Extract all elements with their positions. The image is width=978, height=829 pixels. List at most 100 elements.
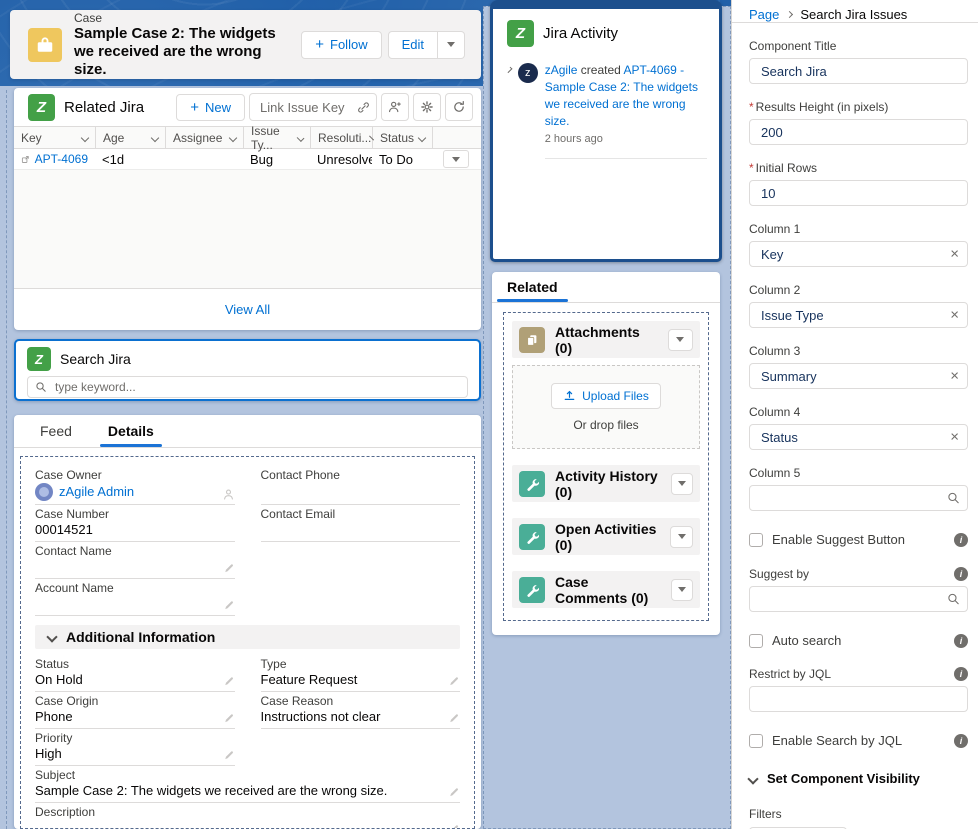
prop-column-1: Column 1 ×: [749, 222, 968, 267]
field-contact-email: Contact Email: [261, 505, 461, 542]
column-5-input[interactable]: [749, 485, 968, 511]
issue-key-link[interactable]: APT-4069: [35, 152, 88, 166]
follow-label: Follow: [330, 37, 368, 52]
external-link-icon[interactable]: [21, 154, 30, 165]
edit-pencil-icon[interactable]: [223, 713, 235, 725]
component-title-input[interactable]: [749, 58, 968, 84]
set-component-visibility-toggle[interactable]: Set Component Visibility: [749, 771, 968, 786]
section-menu-button[interactable]: [671, 473, 693, 495]
section-activity-history[interactable]: Activity History (0): [512, 465, 700, 502]
info-icon[interactable]: i: [954, 567, 968, 581]
clear-icon[interactable]: ×: [950, 308, 959, 323]
column-header-age[interactable]: Age: [95, 127, 165, 148]
prop-label: Column 1: [749, 222, 800, 236]
view-all-link[interactable]: View All: [225, 302, 270, 317]
refresh-button[interactable]: [445, 93, 473, 121]
breadcrumb-page-link[interactable]: Page: [749, 7, 779, 22]
clear-icon[interactable]: ×: [950, 247, 959, 262]
initial-rows-input[interactable]: [749, 180, 968, 206]
follow-button[interactable]: + Follow: [301, 31, 381, 59]
info-icon[interactable]: i: [954, 734, 968, 748]
gear-icon: [420, 100, 434, 114]
restrict-jql-input[interactable]: [749, 686, 968, 712]
row-actions-button[interactable]: [443, 150, 469, 168]
prop-column-4: Column 4 ×: [749, 405, 968, 450]
tab-related[interactable]: Related: [507, 272, 558, 302]
case-owner-link[interactable]: zAgile Admin: [59, 484, 134, 500]
dropdown-arrow-icon: [678, 534, 686, 539]
column-header-assignee[interactable]: Assignee: [165, 127, 243, 148]
clear-icon[interactable]: ×: [950, 369, 959, 384]
edit-pencil-icon[interactable]: [448, 787, 460, 799]
drop-files-label: Or drop files: [573, 418, 638, 432]
settings-button[interactable]: [413, 93, 441, 121]
prop-auto-search: Auto search i: [749, 633, 968, 648]
results-height-input[interactable]: [749, 119, 968, 145]
info-icon[interactable]: i: [954, 533, 968, 547]
edit-pencil-icon[interactable]: [448, 824, 460, 829]
section-attachments[interactable]: Attachments (0): [512, 321, 700, 358]
upload-files-button[interactable]: Upload Files: [551, 383, 661, 409]
activity-actor-link[interactable]: zAgile: [545, 63, 578, 77]
column-header-issue-type[interactable]: Issue Ty...: [243, 127, 310, 148]
enable-suggest-checkbox[interactable]: [749, 533, 763, 547]
field-case-number: Case Number 00014521: [35, 505, 235, 542]
edit-pencil-icon[interactable]: [223, 750, 235, 762]
edit-pencil-icon[interactable]: [223, 676, 235, 688]
field-label: Description: [35, 805, 460, 820]
section-menu-button[interactable]: [670, 526, 693, 548]
section-additional-information[interactable]: Additional Information: [35, 625, 460, 649]
tab-feed[interactable]: Feed: [40, 415, 72, 447]
column-3-input[interactable]: [749, 363, 968, 389]
column-header-resolution[interactable]: Resoluti...: [310, 127, 372, 148]
assign-user-button[interactable]: [381, 93, 409, 121]
prop-column-2: Column 2 ×: [749, 283, 968, 328]
column-header-status[interactable]: Status: [372, 127, 432, 148]
more-actions-button[interactable]: [438, 31, 465, 59]
section-title: Additional Information: [66, 629, 215, 645]
cell-issue-type: Bug: [250, 152, 273, 167]
related-lists-component: Attachments (0) Upload Files Or drop fil…: [503, 312, 709, 621]
field-contact-phone: Contact Phone: [261, 466, 461, 505]
field-label: Type: [261, 657, 461, 672]
checkbox-label: Enable Suggest Button: [772, 532, 905, 547]
column-2-input[interactable]: [749, 302, 968, 328]
attachment-icon: [519, 327, 545, 353]
tab-details[interactable]: Details: [108, 415, 154, 447]
suggest-by-input[interactable]: [749, 586, 968, 612]
search-keyword-input[interactable]: [27, 376, 468, 398]
section-menu-button[interactable]: [668, 329, 693, 351]
section-open-activities[interactable]: Open Activities (0): [512, 518, 700, 555]
column-4-input[interactable]: [749, 424, 968, 450]
section-title: Open Activities (0): [555, 521, 660, 553]
section-menu-button[interactable]: [671, 579, 693, 601]
record-detail-component: Case Owner zAgile Admin Contact Phone: [20, 456, 475, 829]
filters-label: Filters: [749, 807, 968, 821]
new-issue-button[interactable]: + New: [176, 94, 245, 121]
edit-button[interactable]: Edit: [388, 31, 438, 59]
field-case-owner: Case Owner zAgile Admin: [35, 466, 235, 505]
breadcrumb: Page Search Jira Issues: [732, 0, 978, 22]
edit-pencil-icon[interactable]: [223, 563, 235, 575]
search-jira-panel[interactable]: Z Search Jira: [14, 339, 481, 401]
type-value: Feature Request: [261, 672, 358, 688]
zagile-logo-letter: Z: [37, 99, 46, 116]
chevron-right-icon[interactable]: [506, 67, 512, 73]
file-drop-zone[interactable]: Upload Files Or drop files: [512, 365, 700, 449]
clear-icon[interactable]: ×: [950, 430, 959, 445]
enable-search-jql-checkbox[interactable]: [749, 734, 763, 748]
column-header-key[interactable]: Key: [14, 127, 95, 148]
info-icon[interactable]: i: [954, 667, 968, 681]
section-case-comments[interactable]: Case Comments (0): [512, 571, 700, 608]
subject-value: Sample Case 2: The widgets we received a…: [35, 783, 387, 799]
edit-pencil-icon[interactable]: [448, 713, 460, 725]
auto-search-checkbox[interactable]: [749, 634, 763, 648]
edit-pencil-icon[interactable]: [448, 676, 460, 688]
change-owner-icon[interactable]: [222, 488, 235, 501]
cell-status: To Do: [379, 152, 413, 167]
required-asterisk: *: [749, 100, 754, 114]
link-issue-key-input[interactable]: [249, 93, 377, 121]
edit-pencil-icon[interactable]: [223, 600, 235, 612]
info-icon[interactable]: i: [954, 634, 968, 648]
column-1-input[interactable]: [749, 241, 968, 267]
